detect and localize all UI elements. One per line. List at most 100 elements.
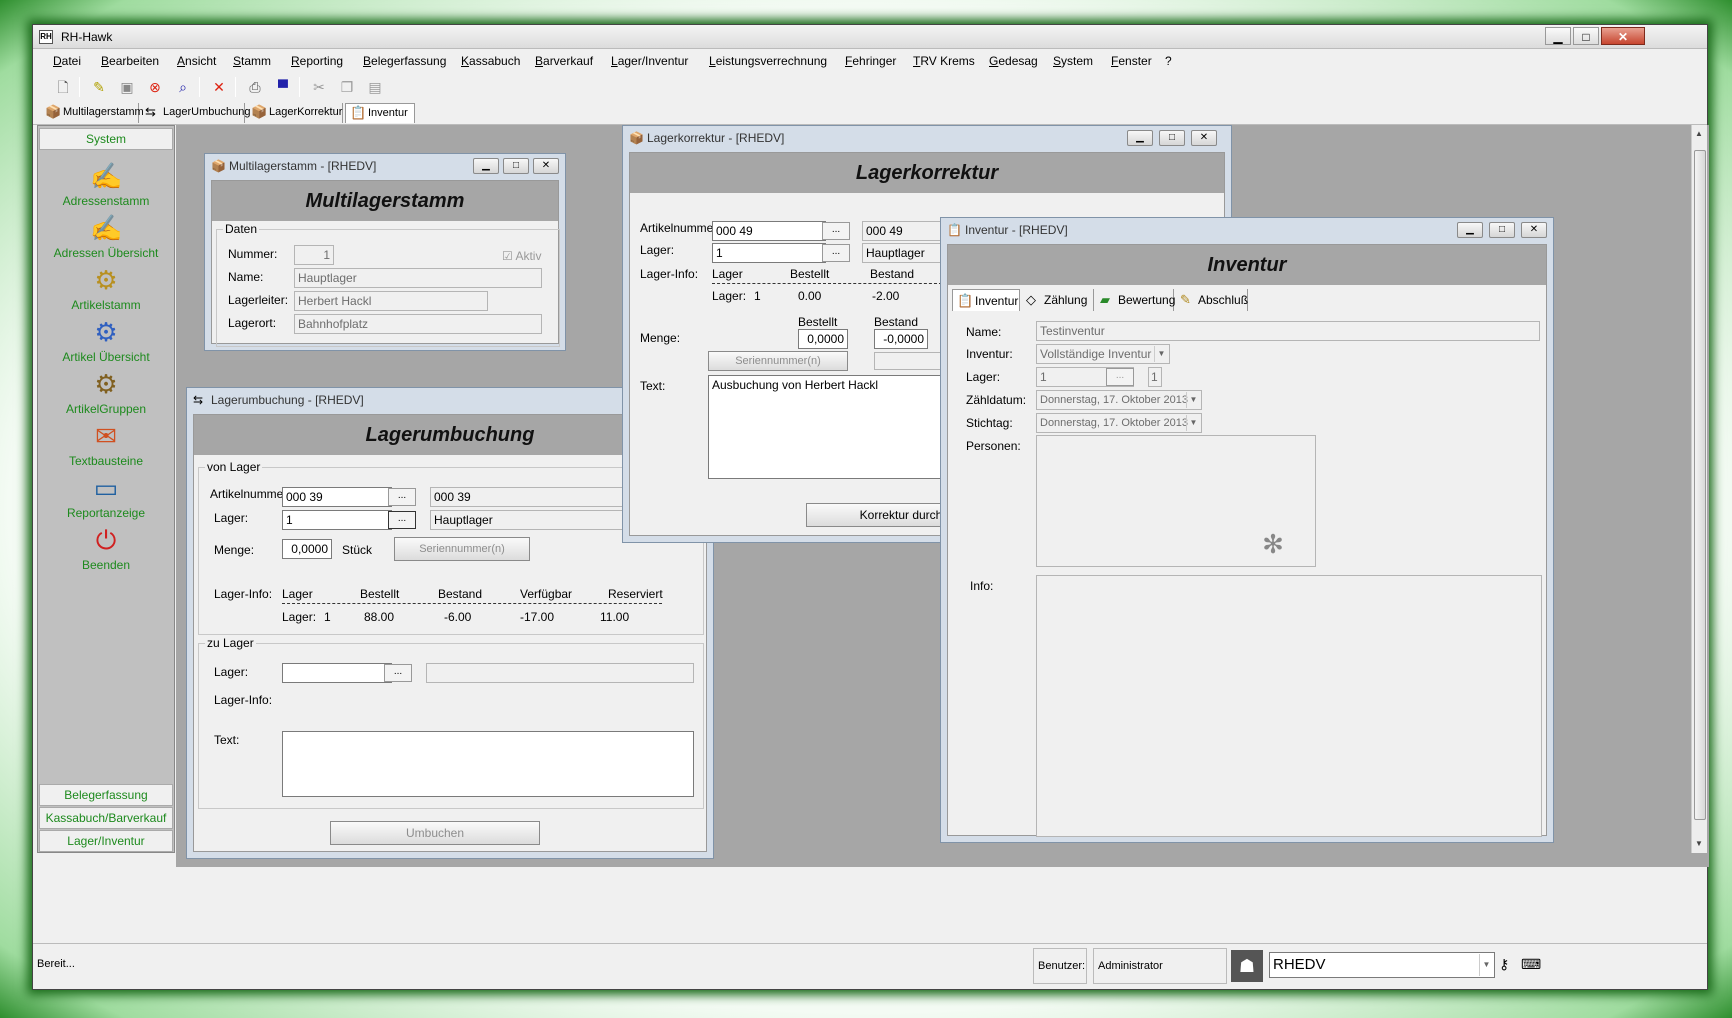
menge-input[interactable]: 0,0000	[282, 539, 332, 559]
preview-icon[interactable]: ▀	[273, 77, 293, 97]
inventur-type-select[interactable]: Vollständige Inventur ▼	[1036, 344, 1170, 364]
menu-kassabuch[interactable]: Kassabuch	[461, 54, 520, 68]
korrektur-artikelnummer-input[interactable]: 000 49	[712, 221, 826, 241]
child-close-button[interactable]: ✕	[1191, 130, 1217, 146]
nav-header-system[interactable]: System	[39, 128, 173, 150]
tab-zaehlung[interactable]: ◇ Zählung	[1022, 289, 1094, 311]
task-multilagerstamm[interactable]: 📦 Multilagerstamm	[41, 103, 144, 123]
menu-leistungsverrechnung[interactable]: Leistungsverrechnung	[709, 54, 827, 68]
child-close-button[interactable]: ✕	[533, 158, 559, 174]
task-inventur[interactable]: 📋 Inventur	[345, 103, 415, 123]
stichtag-picker[interactable]: Donnerstag, 17. Oktober 2013 ▼	[1036, 413, 1202, 433]
child-maximize-button[interactable]: □	[503, 158, 529, 174]
child-close-button[interactable]: ✕	[1521, 222, 1547, 238]
menu-reporting[interactable]: Reporting	[291, 54, 343, 68]
nav-textbausteine[interactable]: ✉ Textbausteine	[38, 420, 174, 468]
copy-icon[interactable]: ❐	[337, 77, 357, 97]
mandant-select[interactable]: RHEDV ▼	[1269, 952, 1495, 978]
keyboard-icon[interactable]: ⌨	[1521, 956, 1541, 973]
print-icon[interactable]: ⎙	[245, 77, 265, 97]
name-field[interactable]: Hauptlager	[294, 268, 542, 288]
menu-lager-inventur[interactable]: Lager/Inventur	[611, 54, 688, 68]
save-icon[interactable]: ▣	[117, 77, 137, 97]
scrollbar-thumb[interactable]	[1694, 150, 1706, 820]
nav-adressenstamm[interactable]: ✍ Adressenstamm	[38, 160, 174, 208]
artikel-lookup-button[interactable]: ...	[388, 488, 416, 506]
korrektur-lager-input[interactable]: 1	[712, 243, 826, 263]
child-minimize-button[interactable]: ▁	[1457, 222, 1483, 238]
umbuchung-text-area[interactable]	[282, 731, 694, 797]
scroll-down-icon[interactable]: ▼	[1695, 839, 1703, 848]
mdi-workspace: 📦 Multilagerstamm - [RHEDV] ▁ □ ✕ Multil…	[176, 125, 1709, 867]
lager-lookup-button[interactable]: ...	[388, 511, 416, 529]
lagerleiter-field[interactable]: Herbert Hackl	[294, 291, 488, 311]
key-icon[interactable]: ⚷	[1499, 956, 1509, 973]
umbuchen-button[interactable]: Umbuchen	[330, 821, 540, 845]
nav-artikelgruppen[interactable]: ⚙ ArtikelGruppen	[38, 368, 174, 416]
delete-icon[interactable]: ✕	[209, 77, 229, 97]
transfer-icon: ⇆	[193, 393, 204, 407]
nav-footer-belegerfassung[interactable]: Belegerfassung	[39, 784, 173, 806]
artikelnummer-input[interactable]: 000 39	[282, 487, 392, 507]
menu-system[interactable]: System	[1053, 54, 1093, 68]
tab-inventur[interactable]: 📋 Inventur	[952, 289, 1020, 311]
lager-input[interactable]: 1	[282, 510, 392, 530]
menu-fenster[interactable]: Fenster	[1111, 54, 1152, 68]
tab-bewertung[interactable]: ▰ Bewertung	[1096, 289, 1175, 311]
korrektur-lager-lookup-button[interactable]: ...	[822, 244, 850, 262]
nav-footer-kassabuch[interactable]: Kassabuch/Barverkauf	[39, 807, 173, 829]
menu-datei[interactable]: Datei	[53, 54, 81, 68]
scroll-up-icon[interactable]: ▲	[1695, 129, 1703, 138]
menu-stamm[interactable]: Stamm	[233, 54, 271, 68]
inventur-lager-lookup-button[interactable]: ...	[1106, 368, 1134, 386]
menu-gedesag[interactable]: Gedesag	[989, 54, 1038, 68]
article-overview-icon: ⚙	[94, 317, 118, 347]
nav-reportanzeige[interactable]: ▭ Reportanzeige	[38, 472, 174, 520]
seriennummer-button[interactable]: Seriennummer(n)	[394, 537, 530, 561]
menu-ansicht[interactable]: Ansicht	[177, 54, 216, 68]
close-button[interactable]: ✕	[1601, 27, 1645, 45]
cut-icon[interactable]: ✂	[309, 77, 329, 97]
child-maximize-button[interactable]: □	[1489, 222, 1515, 238]
child-minimize-button[interactable]: ▁	[473, 158, 499, 174]
maximize-button[interactable]: □	[1573, 27, 1599, 45]
task-lagerumbuchung[interactable]: ⇆ LagerUmbuchung	[141, 103, 250, 123]
paste-icon[interactable]: ▤	[365, 77, 385, 97]
menu-bearbeiten[interactable]: Bearbeiten	[101, 54, 159, 68]
zu-lager-input[interactable]	[282, 663, 392, 683]
inventur-info-area[interactable]	[1036, 575, 1542, 837]
menu-help[interactable]: ?	[1165, 54, 1172, 68]
child-minimize-button[interactable]: ▁	[1127, 130, 1153, 146]
menu-barverkauf[interactable]: Barverkauf	[535, 54, 593, 68]
task-lagerkorrektur[interactable]: 📦 LagerKorrektur	[247, 103, 343, 123]
nav-artikelstamm[interactable]: ⚙ Artikelstamm	[38, 264, 174, 312]
chevron-down-icon: ▼	[1186, 415, 1200, 431]
clipboard-icon: 📋	[350, 105, 367, 120]
menu-fehringer[interactable]: Fehringer	[845, 54, 896, 68]
child-maximize-button[interactable]: □	[1159, 130, 1185, 146]
search-icon[interactable]: ⌕	[173, 77, 193, 97]
menu-belegerfassung[interactable]: Belegerfassung	[363, 54, 446, 68]
zaehldatum-picker[interactable]: Donnerstag, 17. Oktober 2013 ▼	[1036, 390, 1202, 410]
check-icon[interactable]: ✎	[89, 77, 109, 97]
pen-icon: ✎	[1180, 292, 1191, 307]
nav-footer-lager-inventur[interactable]: Lager/Inventur	[39, 830, 173, 852]
cancel-icon[interactable]: ⊗	[145, 77, 165, 97]
inventur-name-field[interactable]: Testinventur	[1036, 321, 1540, 341]
aktiv-checkbox[interactable]: ☑ Aktiv	[502, 249, 541, 263]
minimize-button[interactable]: ▁	[1545, 27, 1571, 45]
nav-beenden[interactable]: ⏻ Beenden	[38, 524, 174, 572]
vertical-scrollbar[interactable]: ▲ ▼	[1691, 125, 1707, 853]
korrektur-seriennummer-button[interactable]: Seriennummer(n)	[708, 351, 848, 371]
nummer-field[interactable]: 1	[294, 245, 334, 265]
nav-adressen-uebersicht[interactable]: ✍ Adressen Übersicht	[38, 212, 174, 260]
korrektur-artikel-lookup-button[interactable]: ...	[822, 222, 850, 240]
zu-lager-lookup-button[interactable]: ...	[384, 664, 412, 682]
korrektur-bestellt-input[interactable]: 0,0000	[798, 329, 848, 349]
menu-trv-krems[interactable]: TRV Krems	[913, 54, 975, 68]
lagerort-field[interactable]: Bahnhofplatz	[294, 314, 542, 334]
nav-artikel-uebersicht[interactable]: ⚙ Artikel Übersicht	[38, 316, 174, 364]
tab-abschluss[interactable]: ✎ Abschluß	[1176, 289, 1248, 311]
new-document-icon[interactable]: 🗋	[53, 77, 73, 97]
korrektur-bestand-input[interactable]: -0,0000	[874, 329, 928, 349]
